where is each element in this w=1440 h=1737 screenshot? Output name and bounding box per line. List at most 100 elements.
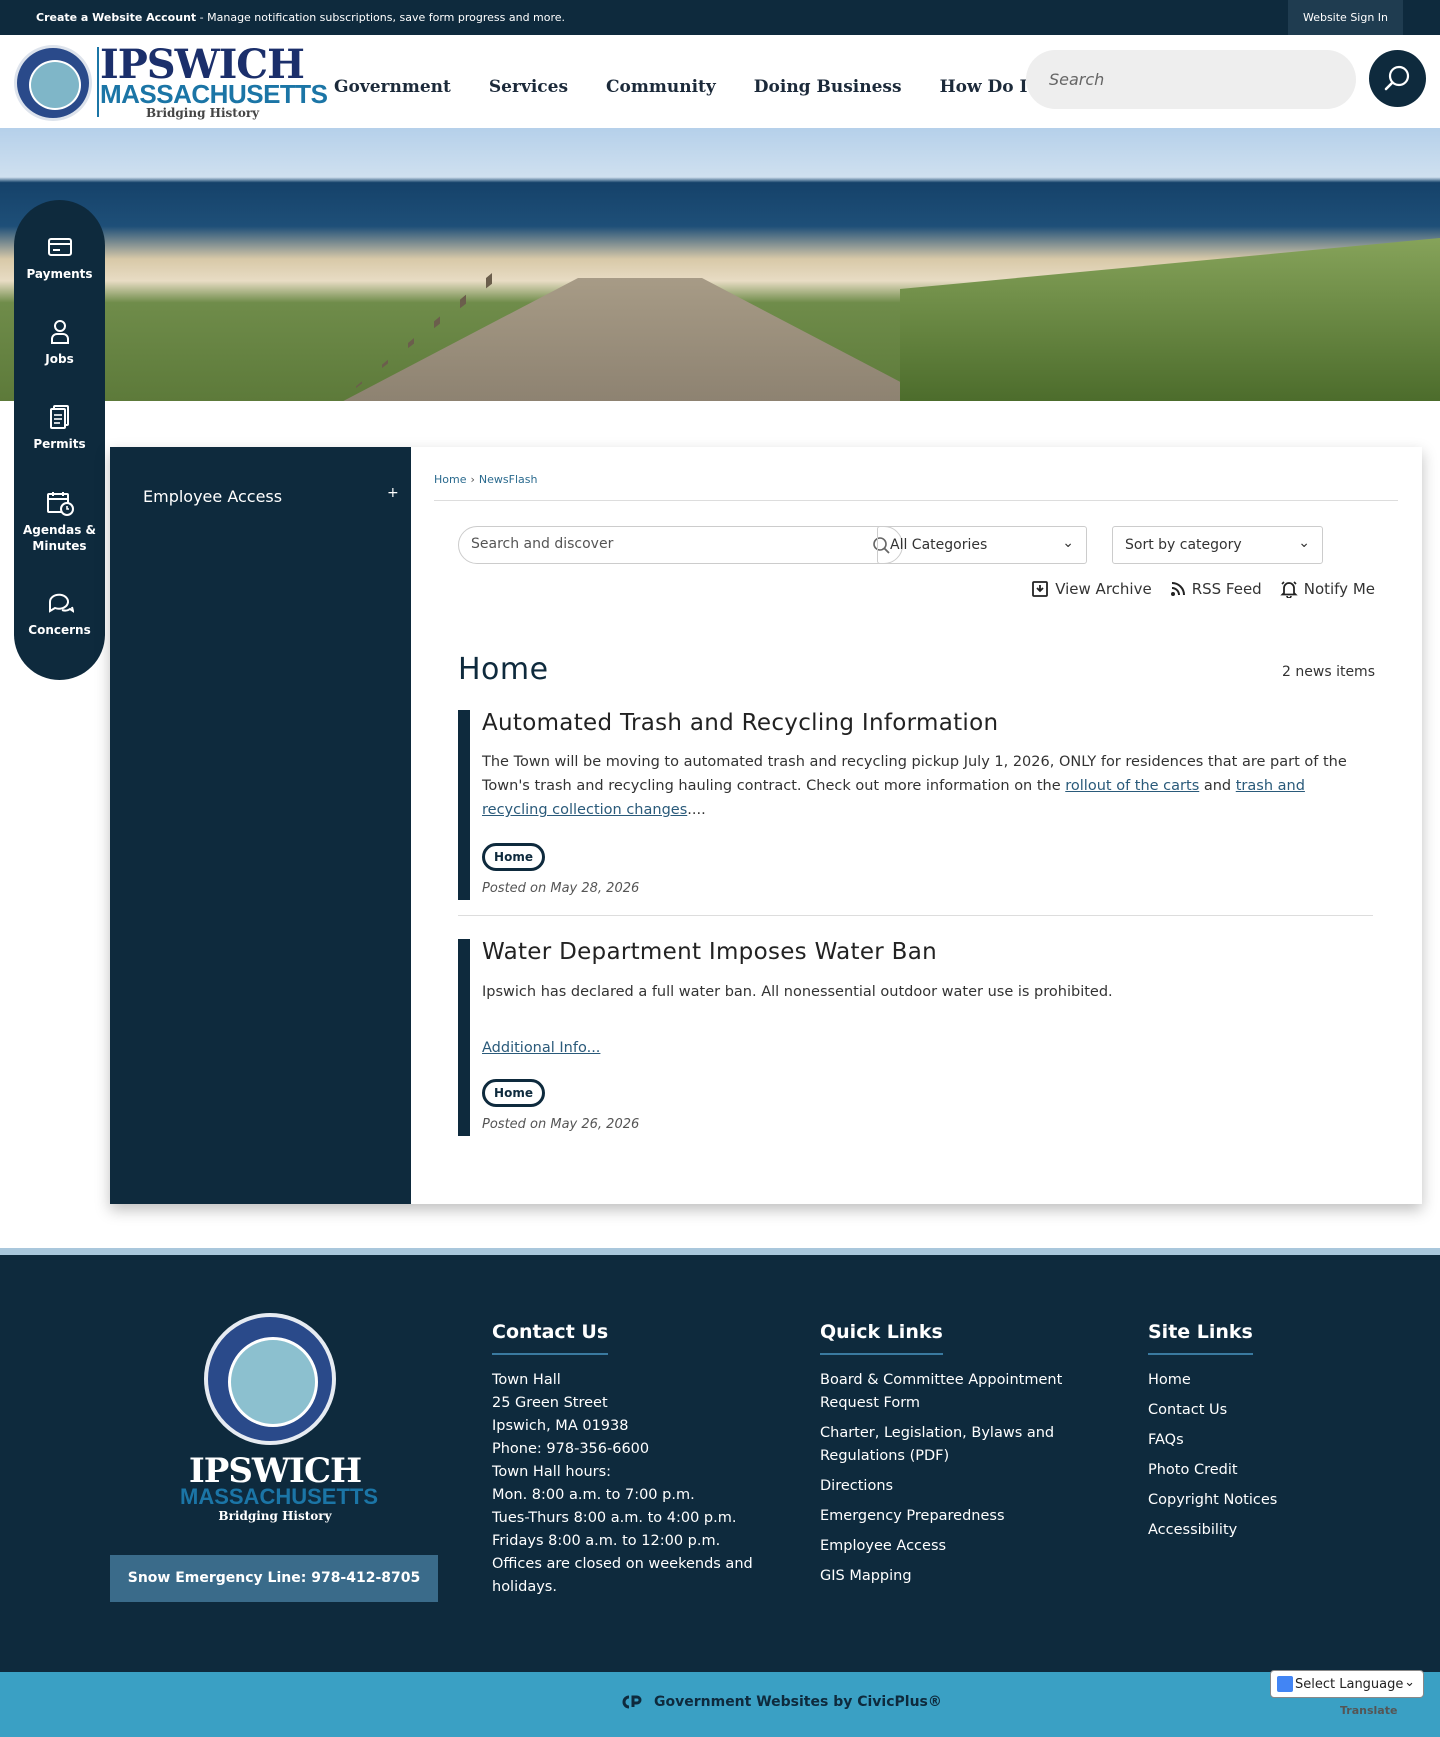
quick-link-label: Jobs xyxy=(45,352,74,366)
language-select[interactable]: Select Language ⌄ xyxy=(1270,1670,1424,1698)
create-account-link[interactable]: Create a Website Account xyxy=(36,11,196,24)
powered-by-translate[interactable]: Translate xyxy=(1340,1704,1397,1717)
bell-icon xyxy=(1280,581,1298,598)
google-translate-icon xyxy=(1277,1676,1293,1692)
footer-contact: Contact Us Town Hall 25 Green Street Ips… xyxy=(492,1321,772,1599)
nav-government[interactable]: Government xyxy=(334,77,451,97)
sort-select[interactable]: Sort by category ⌄ xyxy=(1112,526,1323,564)
quick-link-permits[interactable]: Permits xyxy=(14,404,105,452)
nav-services[interactable]: Services xyxy=(489,77,568,97)
footer-link[interactable]: FAQs xyxy=(1148,1432,1184,1448)
view-archive-label: View Archive xyxy=(1055,580,1152,598)
news-item: Automated Trash and Recycling Informatio… xyxy=(458,710,1373,900)
news-item: Water Department Imposes Water Ban Ipswi… xyxy=(458,939,1373,1136)
person-icon xyxy=(46,319,74,345)
search-icon xyxy=(1384,65,1410,91)
footer-quick-links: Quick Links Board & Committee Appointmen… xyxy=(820,1321,1070,1595)
side-navigation: Employee Access + xyxy=(110,447,411,1204)
logo-state: MASSACHUSETTS xyxy=(100,79,328,109)
town-seal-icon xyxy=(204,1313,336,1445)
view-archive-link[interactable]: View Archive xyxy=(1031,580,1152,598)
sign-in-button[interactable]: Website Sign In xyxy=(1288,0,1403,35)
breadcrumb-newsflash[interactable]: NewsFlash xyxy=(479,473,538,486)
notify-me-label: Notify Me xyxy=(1303,580,1375,598)
main-nav: Government Services Community Doing Busi… xyxy=(334,77,1045,97)
rss-icon xyxy=(1170,582,1185,596)
quick-link-agendas[interactable]: Agendas & Minutes xyxy=(14,490,105,554)
footer-link[interactable]: Employee Access xyxy=(820,1538,946,1554)
civicplus-logo-icon xyxy=(622,1695,642,1709)
category-tag[interactable]: Home xyxy=(482,1079,545,1107)
additional-info-link[interactable]: Additional Info... xyxy=(482,1036,600,1060)
news-title[interactable]: Water Department Imposes Water Ban xyxy=(482,939,937,965)
main-content-card: Employee Access + Home›NewsFlash All Cat… xyxy=(110,447,1422,1204)
category-select-value: All Categories xyxy=(890,537,988,553)
quick-links-bar: Payments Jobs Permits Agendas & Minutes … xyxy=(14,200,105,680)
quick-link-jobs[interactable]: Jobs xyxy=(14,319,105,367)
sidenav-employee-access[interactable]: Employee Access xyxy=(143,487,282,506)
news-body: Ipswich has declared a full water ban. A… xyxy=(482,984,1113,1000)
footer-link[interactable]: Copyright Notices xyxy=(1148,1492,1277,1508)
site-logo[interactable]: IPSWICH MASSACHUSETTS Bridging History xyxy=(14,43,328,123)
document-icon xyxy=(46,404,74,430)
footer-logo-tagline: Bridging History xyxy=(218,1509,332,1523)
footer-quick-title: Quick Links xyxy=(820,1321,943,1355)
quick-link-label: Permits xyxy=(33,437,86,451)
site-search-input[interactable]: Search xyxy=(1026,50,1356,109)
footer-link[interactable]: Contact Us xyxy=(1148,1402,1227,1418)
town-seal-icon xyxy=(14,45,92,121)
category-select[interactable]: All Categories ⌄ xyxy=(877,526,1087,564)
sort-select-value: Sort by category xyxy=(1125,537,1242,553)
rollout-link[interactable]: rollout of the carts xyxy=(1065,778,1199,794)
archive-icon xyxy=(1032,581,1049,597)
top-bar: Create a Website Account - Manage notifi… xyxy=(0,0,1440,35)
nav-community[interactable]: Community xyxy=(606,77,716,97)
footer-link[interactable]: Board & Committee Appointment Request Fo… xyxy=(820,1372,1062,1411)
quick-link-label: Concerns xyxy=(28,623,91,637)
footer-contact-title: Contact Us xyxy=(492,1321,609,1355)
quick-link-label: Agendas & Minutes xyxy=(22,523,97,553)
posted-date: Posted on May 26, 2026 xyxy=(482,1117,640,1132)
site-footer: IPSWICH MASSACHUSETTS Bridging History S… xyxy=(0,1255,1440,1672)
rss-feed-link[interactable]: RSS Feed xyxy=(1170,580,1262,598)
account-message-text: - Manage notification subscriptions, sav… xyxy=(196,11,566,24)
civicplus-link[interactable]: Government Websites by CivicPlus® xyxy=(620,1694,942,1710)
breadcrumb-home[interactable]: Home xyxy=(434,473,466,486)
hero-banner xyxy=(0,128,1440,401)
snow-emergency-button[interactable]: Snow Emergency Line: 978-412-8705 xyxy=(110,1555,438,1602)
quick-link-concerns[interactable]: Concerns xyxy=(14,590,105,638)
footer-link[interactable]: Directions xyxy=(820,1478,893,1494)
newsflash-content: Home›NewsFlash All Categories ⌄ Sort by … xyxy=(411,447,1422,1204)
site-search-button[interactable] xyxy=(1369,50,1426,107)
breadcrumb: Home › NewsFlash xyxy=(434,473,538,486)
news-count: 2 news items xyxy=(1282,664,1375,680)
footer-link[interactable]: Photo Credit xyxy=(1148,1462,1238,1478)
footer-link[interactable]: Emergency Preparedness xyxy=(820,1508,1005,1524)
rss-feed-label: RSS Feed xyxy=(1191,580,1262,598)
credit-card-icon xyxy=(46,234,74,260)
quick-link-payments[interactable]: Payments xyxy=(14,234,105,282)
expand-icon[interactable]: + xyxy=(387,485,399,501)
footer-link[interactable]: Charter, Legislation, Bylaws and Regulat… xyxy=(820,1425,1054,1464)
calendar-clock-icon xyxy=(46,490,74,516)
footer-link[interactable]: GIS Mapping xyxy=(820,1568,912,1584)
posted-date: Posted on May 28, 2026 xyxy=(482,881,640,896)
bottom-bar: Government Websites by CivicPlus® xyxy=(0,1672,1440,1737)
account-message: Create a Website Account - Manage notifi… xyxy=(36,11,565,24)
section-title: Home xyxy=(458,652,549,687)
site-search-placeholder: Search xyxy=(1049,70,1105,89)
notify-me-link[interactable]: Notify Me xyxy=(1280,580,1375,598)
footer-site-title: Site Links xyxy=(1148,1321,1253,1355)
logo-tagline: Bridging History xyxy=(146,106,260,120)
news-search-field[interactable] xyxy=(458,526,903,564)
footer-link[interactable]: Home xyxy=(1148,1372,1191,1388)
news-search-input[interactable] xyxy=(471,536,851,552)
footer-logo[interactable]: IPSWICH MASSACHUSETTS Bridging History xyxy=(180,1313,378,1523)
category-tag[interactable]: Home xyxy=(482,843,545,871)
chevron-down-icon: ⌄ xyxy=(1062,535,1074,551)
news-title[interactable]: Automated Trash and Recycling Informatio… xyxy=(482,710,998,736)
nav-doing-business[interactable]: Doing Business xyxy=(754,77,902,97)
contact-info: Town Hall 25 Green Street Ipswich, MA 01… xyxy=(492,1372,753,1595)
footer-link[interactable]: Accessibility xyxy=(1148,1522,1237,1538)
quick-link-label: Payments xyxy=(26,267,93,281)
